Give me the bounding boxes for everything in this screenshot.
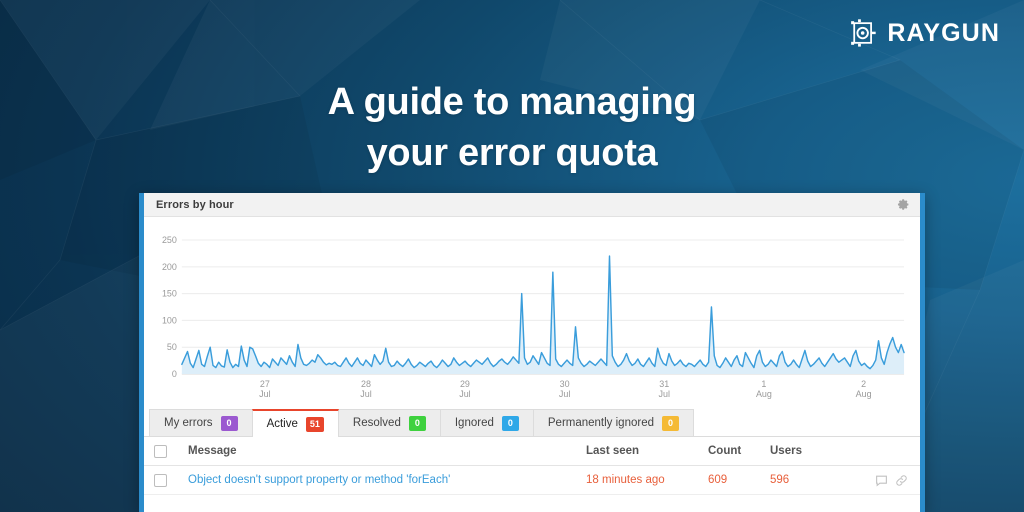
link-icon[interactable]	[895, 474, 908, 487]
row-checkbox[interactable]	[154, 473, 167, 487]
tab-count-badge: 0	[501, 415, 519, 431]
page-title: A guide to managing your error quota	[0, 77, 1024, 180]
svg-text:250: 250	[162, 235, 177, 245]
tab-label: Active	[266, 418, 298, 430]
raygun-logo: RAYGUN	[850, 18, 1000, 48]
svg-text:200: 200	[162, 262, 177, 272]
svg-text:150: 150	[162, 289, 177, 299]
tab-active[interactable]: Active 51	[251, 409, 339, 437]
svg-text:28: 28	[361, 379, 371, 389]
table-row[interactable]: Object doesn't support property or metho…	[144, 466, 920, 495]
svg-text:Jul: Jul	[659, 389, 670, 399]
error-message-link[interactable]: Object doesn't support property or metho…	[188, 474, 450, 486]
svg-text:Aug: Aug	[756, 389, 772, 399]
svg-text:2: 2	[861, 379, 866, 389]
tab-count-badge: 0	[220, 415, 238, 431]
column-header-last-seen: Last seen	[586, 445, 640, 457]
tab-count-badge: 51	[305, 416, 324, 432]
svg-text:100: 100	[162, 315, 177, 325]
gear-icon[interactable]	[897, 198, 910, 211]
svg-text:50: 50	[167, 342, 177, 352]
errors-by-hour-chart: 0 50 100 150 200 250 27 Jul 28 Jul 29 Jul 30 Jul 31 Ju…	[144, 217, 920, 404]
chart-svg: 050100150200250 27Jul28Jul29Jul30Jul31Ju…	[162, 235, 905, 399]
tab-count-badge: 0	[408, 415, 426, 431]
tab-count-badge: 0	[662, 415, 679, 431]
svg-text:Jul: Jul	[559, 389, 570, 399]
svg-text:27: 27	[260, 379, 270, 389]
errors-table: Message Last seen Count Users Object doe…	[144, 437, 920, 512]
tab-permanently-ignored[interactable]: Permanently ignored 0	[532, 409, 694, 436]
chart-x-tick-labels: 27Jul28Jul29Jul30Jul31Jul1Aug2Aug	[259, 379, 871, 399]
svg-text:Jul: Jul	[259, 389, 270, 399]
svg-text:1: 1	[761, 379, 766, 389]
tab-my-errors[interactable]: My errors 0	[149, 409, 253, 436]
svg-text:Aug: Aug	[856, 389, 872, 399]
comment-icon[interactable]	[875, 474, 888, 487]
headline-line-1: A guide to managing	[327, 81, 697, 123]
error-status-tabs: My errors 0 Active 51 Resolved 0 Ignored 0 Perma…	[144, 404, 920, 437]
select-all-checkbox[interactable]	[154, 444, 167, 458]
tab-label: Ignored	[454, 417, 494, 429]
tab-label: Resolved	[352, 417, 401, 429]
table-body: Object doesn't support property or metho…	[144, 466, 920, 495]
column-header-message: Message	[188, 445, 237, 457]
raygun-logo-icon	[851, 19, 877, 47]
tab-resolved[interactable]: Resolved 0	[337, 409, 441, 436]
headline-line-2: your error quota	[366, 132, 658, 175]
last-seen-value: 18 minutes ago	[586, 474, 665, 486]
svg-text:Jul: Jul	[459, 389, 470, 399]
widget-header: Errors by hour	[144, 193, 920, 217]
error-dashboard-card: Errors by hour 0 50 100 150 200 250 27 Jul 28 Ju…	[139, 193, 925, 512]
svg-text:31: 31	[659, 379, 669, 389]
users-value: 596	[770, 474, 790, 486]
widget-title: Errors by hour	[156, 198, 234, 211]
column-header-count: Count	[708, 445, 742, 457]
chart-y-tick-labels: 0 50 100 150 200 250	[162, 235, 177, 379]
count-value: 609	[708, 474, 728, 486]
column-header-users: Users	[770, 445, 802, 457]
svg-text:Jul: Jul	[360, 389, 371, 399]
tab-label: Permanently ignored	[547, 417, 654, 429]
tab-label: My errors	[164, 417, 213, 429]
svg-text:0: 0	[172, 369, 177, 379]
chart-line	[181, 255, 905, 370]
tab-ignored[interactable]: Ignored 0	[439, 409, 534, 436]
svg-text:30: 30	[560, 379, 570, 389]
brand-name: RAYGUN	[887, 18, 1000, 47]
table-header-row: Message Last seen Count Users	[144, 437, 920, 466]
svg-text:29: 29	[460, 379, 470, 389]
